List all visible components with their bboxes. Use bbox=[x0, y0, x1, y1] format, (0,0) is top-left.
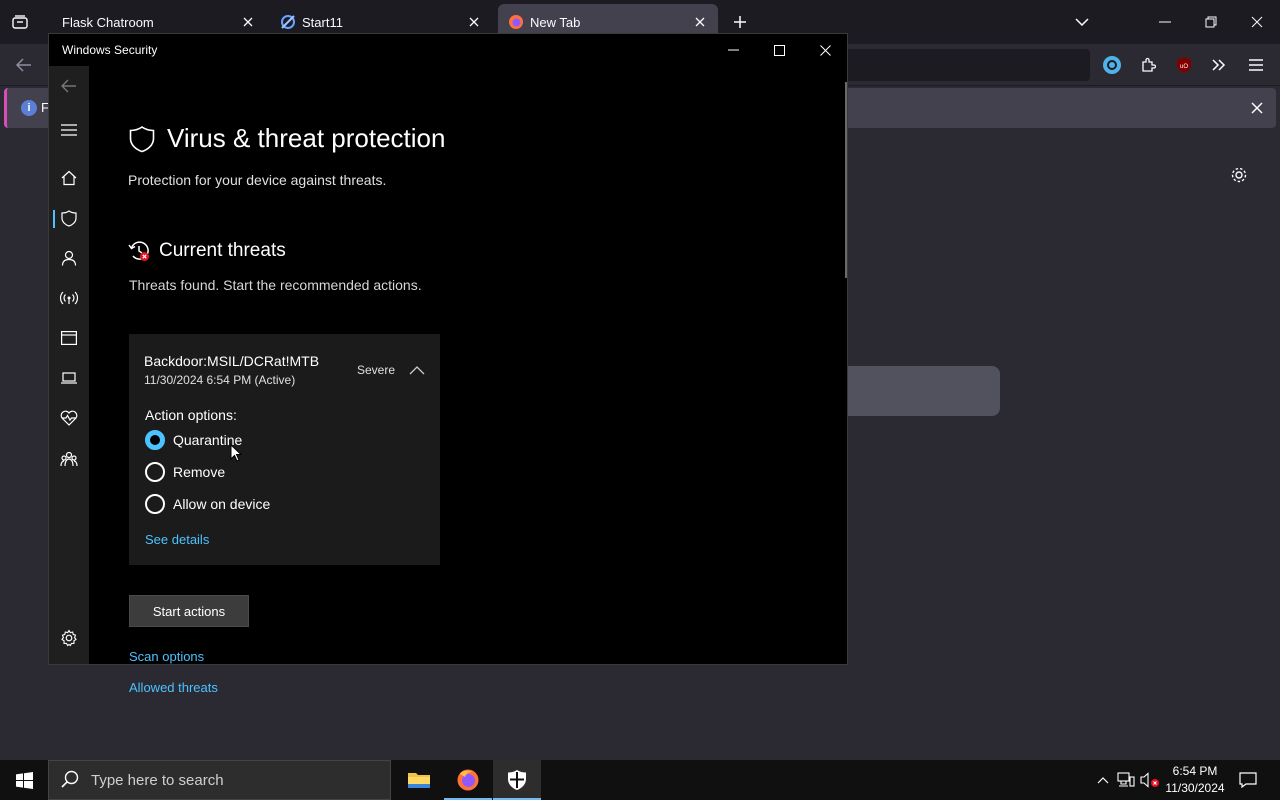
radio-button-checked[interactable] bbox=[145, 430, 165, 450]
windows-security-window: Windows Security Virus & threat protecti… bbox=[48, 33, 848, 695]
section-heading: Current threats bbox=[128, 240, 286, 262]
person-icon[interactable] bbox=[49, 242, 89, 274]
taskbar-search-box[interactable]: Type here to search bbox=[48, 760, 391, 800]
search-icon bbox=[61, 770, 81, 790]
tab-title: Flask Chatroom bbox=[62, 14, 154, 30]
radio-label: Allow on device bbox=[173, 496, 271, 512]
back-arrow-icon[interactable] bbox=[12, 53, 36, 77]
browser-restore-icon[interactable] bbox=[1196, 8, 1226, 36]
radio-remove[interactable]: Remove bbox=[145, 462, 225, 482]
hamburger-menu-icon[interactable] bbox=[1244, 53, 1268, 77]
firefox-icon[interactable] bbox=[444, 760, 492, 800]
action-options-label: Action options: bbox=[145, 407, 237, 423]
section-subtitle: Threats found. Start the recommended act… bbox=[129, 277, 422, 293]
radio-button[interactable] bbox=[145, 494, 165, 514]
browser-minimize-icon[interactable] bbox=[1150, 8, 1180, 36]
overflow-chevrons-icon[interactable] bbox=[1207, 53, 1231, 77]
tab-list-icon[interactable] bbox=[6, 10, 34, 34]
tab-favicon-blank bbox=[52, 14, 56, 30]
minimize-icon[interactable] bbox=[710, 36, 756, 64]
radio-allow-on-device[interactable]: Allow on device bbox=[145, 494, 270, 514]
heart-icon[interactable] bbox=[49, 402, 89, 434]
laptop-icon[interactable] bbox=[49, 362, 89, 394]
threat-card: Backdoor:MSIL/DCRat!MTB 11/30/2024 6:54 … bbox=[129, 334, 440, 565]
close-icon[interactable] bbox=[466, 14, 482, 30]
chevron-up-icon[interactable] bbox=[1093, 770, 1113, 790]
chevron-down-icon[interactable] bbox=[1070, 10, 1094, 34]
page-search-box[interactable] bbox=[840, 366, 1000, 416]
close-icon[interactable] bbox=[692, 14, 708, 30]
shield-icon bbox=[128, 125, 156, 153]
radio-quarantine[interactable]: Quarantine bbox=[145, 430, 242, 450]
threat-timestamp: 11/30/2024 6:54 PM (Active) bbox=[144, 373, 296, 387]
home-icon[interactable] bbox=[49, 162, 89, 194]
notifications-icon[interactable] bbox=[1238, 770, 1258, 790]
page-heading: Virus & threat protection bbox=[128, 123, 445, 154]
threat-severity: Severe bbox=[357, 363, 396, 377]
see-details-link[interactable]: See details bbox=[145, 532, 209, 547]
start-actions-button[interactable]: Start actions bbox=[129, 595, 249, 627]
navigation-sidebar bbox=[49, 66, 89, 664]
title-bar: Windows Security bbox=[49, 34, 847, 66]
clock-time: 6:54 PM bbox=[1172, 764, 1218, 778]
main-content: Virus & threat protection Protection for… bbox=[89, 66, 847, 695]
window-title: Windows Security bbox=[62, 43, 158, 57]
ublock-origin-icon[interactable]: uO bbox=[1172, 53, 1196, 77]
radio-button[interactable] bbox=[145, 462, 165, 482]
wireless-icon[interactable] bbox=[49, 282, 89, 314]
shield-icon[interactable] bbox=[49, 202, 89, 234]
info-icon: i bbox=[21, 100, 37, 116]
start11-favicon-icon bbox=[280, 14, 296, 30]
browser-close-icon[interactable] bbox=[1242, 8, 1272, 36]
close-icon[interactable] bbox=[240, 14, 256, 30]
account-icon[interactable] bbox=[1100, 53, 1124, 77]
allowed-threats-link[interactable]: Allowed threats bbox=[129, 680, 218, 695]
menu-icon[interactable] bbox=[49, 114, 89, 146]
volume-muted-icon[interactable] bbox=[1140, 770, 1160, 790]
mouse-cursor-icon bbox=[230, 444, 242, 462]
back-icon[interactable] bbox=[49, 70, 89, 102]
network-icon[interactable] bbox=[1116, 770, 1136, 790]
url-bar[interactable] bbox=[846, 49, 1090, 81]
family-icon[interactable] bbox=[49, 443, 89, 475]
new-tab-plus-icon[interactable] bbox=[728, 10, 752, 34]
page-subtitle: Protection for your device against threa… bbox=[128, 172, 387, 188]
threat-name: Backdoor:MSIL/DCRat!MTB bbox=[144, 353, 320, 369]
tab-title: New Tab bbox=[530, 14, 581, 30]
app-browser-icon[interactable] bbox=[49, 322, 89, 354]
extensions-puzzle-icon[interactable] bbox=[1136, 53, 1160, 77]
page-title: Virus & threat protection bbox=[167, 123, 446, 153]
clock-date: 11/30/2024 bbox=[1165, 781, 1225, 795]
tab-title: Start11 bbox=[302, 14, 343, 30]
threat-history-icon bbox=[128, 240, 150, 262]
search-placeholder: Type here to search bbox=[91, 771, 224, 789]
close-icon[interactable] bbox=[1247, 98, 1267, 118]
gear-icon[interactable] bbox=[49, 622, 89, 654]
section-title: Current threats bbox=[159, 240, 286, 261]
chevron-up-icon[interactable] bbox=[407, 360, 427, 380]
windows-security-taskbar-icon[interactable] bbox=[493, 760, 541, 800]
maximize-icon[interactable] bbox=[756, 36, 802, 64]
scrollbar[interactable] bbox=[845, 82, 847, 278]
taskbar-clock[interactable]: 6:54 PM 11/30/2024 bbox=[1160, 763, 1230, 797]
firefox-favicon-icon bbox=[508, 14, 524, 30]
radio-label: Remove bbox=[173, 464, 226, 480]
close-icon[interactable] bbox=[802, 36, 848, 64]
taskbar: Type here to search 6:54 PM 11/30/2024 bbox=[0, 760, 1280, 800]
windows-start-icon[interactable] bbox=[0, 760, 48, 800]
file-explorer-icon[interactable] bbox=[395, 760, 443, 800]
svg-text:uO: uO bbox=[1180, 64, 1188, 70]
scan-options-link[interactable]: Scan options bbox=[129, 649, 204, 664]
gear-icon[interactable] bbox=[1228, 164, 1250, 186]
